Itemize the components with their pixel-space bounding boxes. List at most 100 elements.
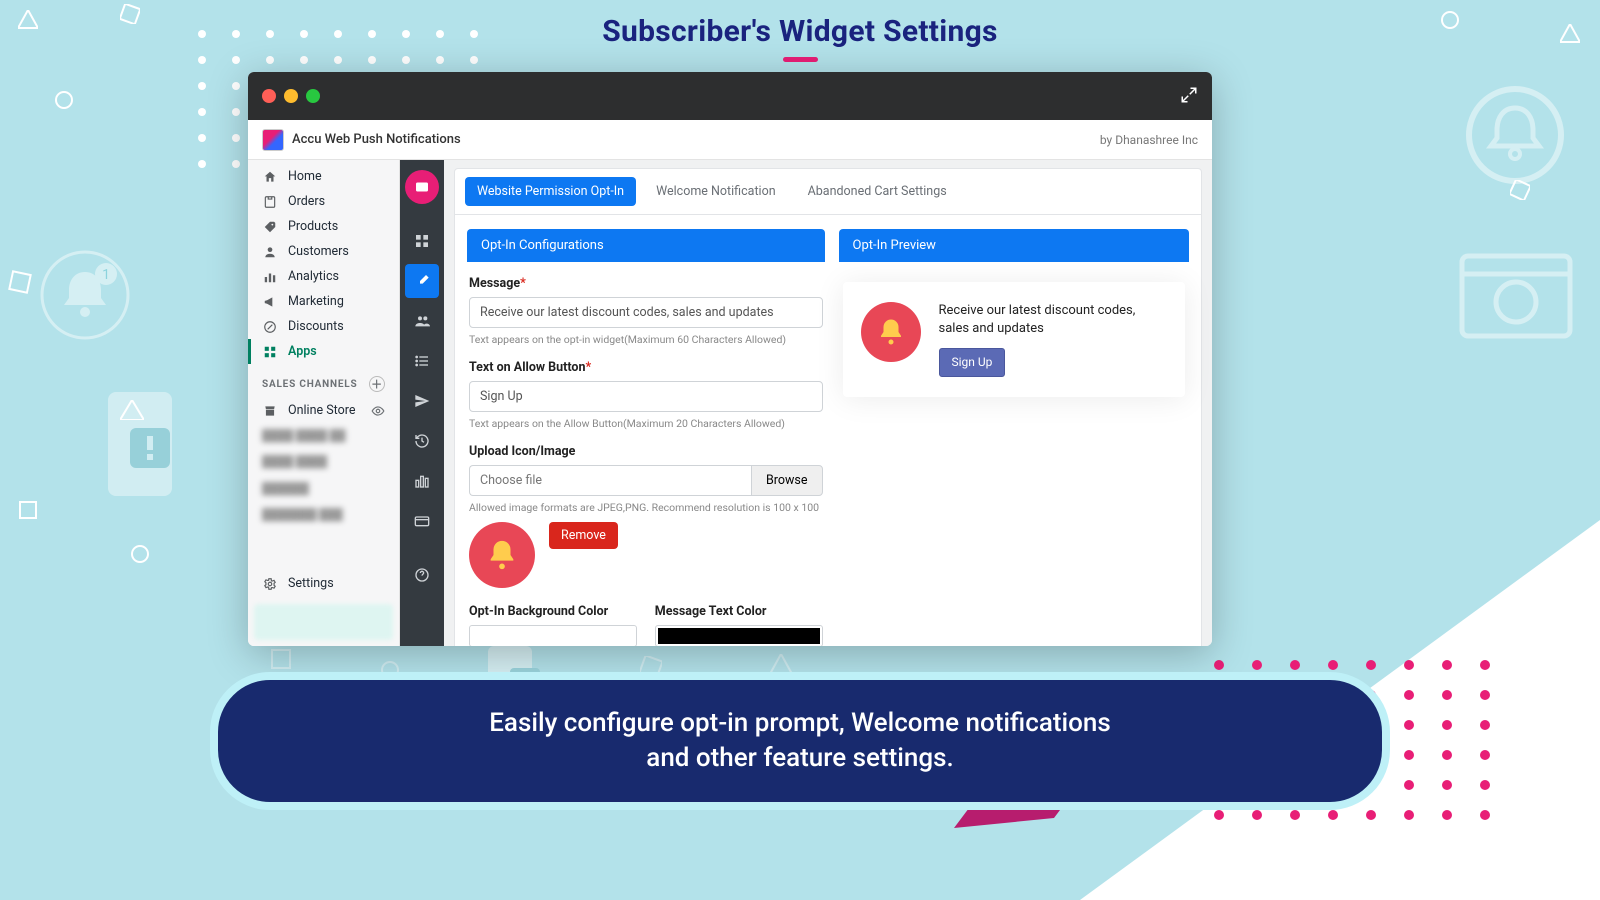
browse-button[interactable]: Browse [751,465,823,496]
sidebar-item-label: Settings [288,576,334,591]
rail-billing-icon[interactable] [405,504,439,538]
bell-outline-icon [1460,80,1570,190]
sidebar-item-label: Apps [288,344,317,359]
bg-color-picker[interactable] [469,625,637,646]
store-icon [262,404,278,418]
sidebar-item-label: Online Store [288,403,355,418]
app-byline: by Dhanashree Inc [1100,133,1198,147]
app-name: Accu Web Push Notifications [292,132,461,147]
bell-badge-icon: 1 [40,250,130,340]
user-icon [262,245,278,259]
rail-send-icon[interactable] [405,384,439,418]
page-title: Subscriber's Widget Settings [0,14,1600,62]
settings-card: Website Permission Opt-In Welcome Notifi… [454,168,1202,646]
sidebar-item-label: Marketing [288,294,344,309]
analytics-icon [262,270,278,284]
tabs: Website Permission Opt-In Welcome Notifi… [455,169,1201,215]
remove-button[interactable]: Remove [549,522,618,549]
message-input[interactable] [469,297,823,328]
account-chip[interactable] [254,604,393,640]
phone-alert-icon [96,384,196,504]
tab-welcome-notification[interactable]: Welcome Notification [644,177,788,206]
rail-list-icon[interactable] [405,344,439,378]
svg-text:1: 1 [102,267,110,283]
panel-heading: Opt-In Configurations [467,229,825,262]
sidebar-item-home[interactable]: Home [248,164,399,189]
sidebar-item-products[interactable]: Products [248,214,399,239]
window-titlebar [248,72,1212,120]
sidebar-item-label: Discounts [288,319,344,334]
tag-icon [262,220,278,234]
rail-history-icon[interactable] [405,424,439,458]
sidebar-blurred-item: ████ ████ ██ [248,423,399,449]
gear-icon [262,577,278,591]
sidebar-item-label: Products [288,219,338,234]
shopify-sidebar: Home Orders Products Customers Analytics… [248,160,400,646]
sidebar-item-settings[interactable]: Settings [248,571,399,596]
upload-note: Allowed image formats are JPEG,PNG. Reco… [469,501,823,514]
window-close-button[interactable] [262,89,276,103]
sidebar-item-analytics[interactable]: Analytics [248,264,399,289]
allow-button-label: Text on Allow Button* [469,360,823,375]
text-color-label: Message Text Color [655,604,823,619]
megaphone-icon [262,295,278,309]
sidebar-item-orders[interactable]: Orders [248,189,399,214]
tab-website-optin[interactable]: Website Permission Opt-In [465,177,636,206]
rail-reports-icon[interactable] [405,464,439,498]
sidebar-item-marketing[interactable]: Marketing [248,289,399,314]
discount-icon [262,320,278,334]
sidebar-section-label: SALES CHANNELS [262,379,357,390]
sidebar-item-customers[interactable]: Customers [248,239,399,264]
app-header: Accu Web Push Notifications by Dhanashre… [248,120,1212,160]
message-label: Message* [469,276,823,291]
panel-heading: Opt-In Preview [839,229,1190,262]
rail-settings-icon[interactable] [405,264,439,298]
caption-line: and other feature settings. [278,741,1322,776]
preview-bell-icon [861,302,921,362]
rail-app-logo[interactable] [405,170,439,204]
app-icon-rail [400,160,444,646]
bell-icon [485,538,519,572]
caption-line: Easily configure opt-in prompt, Welcome … [278,706,1322,741]
sidebar-item-label: Customers [288,244,349,259]
optin-preview-widget: Receive our latest discount codes, sales… [843,282,1186,397]
text-color-picker[interactable] [655,625,823,646]
sidebar-item-apps[interactable]: Apps [248,339,399,364]
add-channel-button[interactable]: ＋ [369,376,385,392]
allow-button-input[interactable] [469,381,823,412]
app-window: Accu Web Push Notifications by Dhanashre… [248,72,1212,646]
rail-dashboard-icon[interactable] [405,224,439,258]
sidebar-item-online-store[interactable]: Online Store [248,398,399,423]
apps-icon [262,345,278,359]
browser-bell-icon [1456,250,1576,350]
bg-color-label: Opt-In Background Color [469,604,637,619]
app-logo-icon [262,129,284,151]
home-icon [262,170,278,184]
caption-pill: Easily configure opt-in prompt, Welcome … [210,672,1390,810]
sidebar-item-label: Home [288,169,322,184]
expand-icon[interactable] [1180,86,1198,104]
sidebar-item-discounts[interactable]: Discounts [248,314,399,339]
optin-preview-panel: Opt-In Preview Receive our latest discou… [839,229,1190,646]
window-minimize-button[interactable] [284,89,298,103]
sidebar-section-sales-channels: SALES CHANNELS ＋ [248,364,399,398]
optin-config-panel: Opt-In Configurations Message* Text appe… [467,229,825,646]
preview-message: Receive our latest discount codes, sales… [939,302,1168,338]
window-zoom-button[interactable] [306,89,320,103]
eye-icon[interactable] [371,404,385,418]
sidebar-item-label: Analytics [288,269,339,284]
rail-subscribers-icon[interactable] [405,304,439,338]
sidebar-blurred-item: ██████ [248,476,399,502]
sidebar-item-label: Orders [288,194,325,209]
uploaded-image-thumb [469,522,535,588]
sidebar-blurred-item: ███████ ███ [248,502,399,528]
allow-button-note: Text appears on the Allow Button(Maximum… [469,417,823,430]
sidebar-blurred-item: ████ ████ [248,449,399,475]
file-name-field[interactable]: Choose file [469,465,751,496]
main-content: Website Permission Opt-In Welcome Notifi… [444,160,1212,646]
preview-signup-button[interactable]: Sign Up [939,348,1006,377]
tab-abandoned-cart[interactable]: Abandoned Cart Settings [796,177,959,206]
orders-icon [262,195,278,209]
rail-help-icon[interactable] [405,558,439,592]
message-note: Text appears on the opt-in widget(Maximu… [469,333,823,346]
